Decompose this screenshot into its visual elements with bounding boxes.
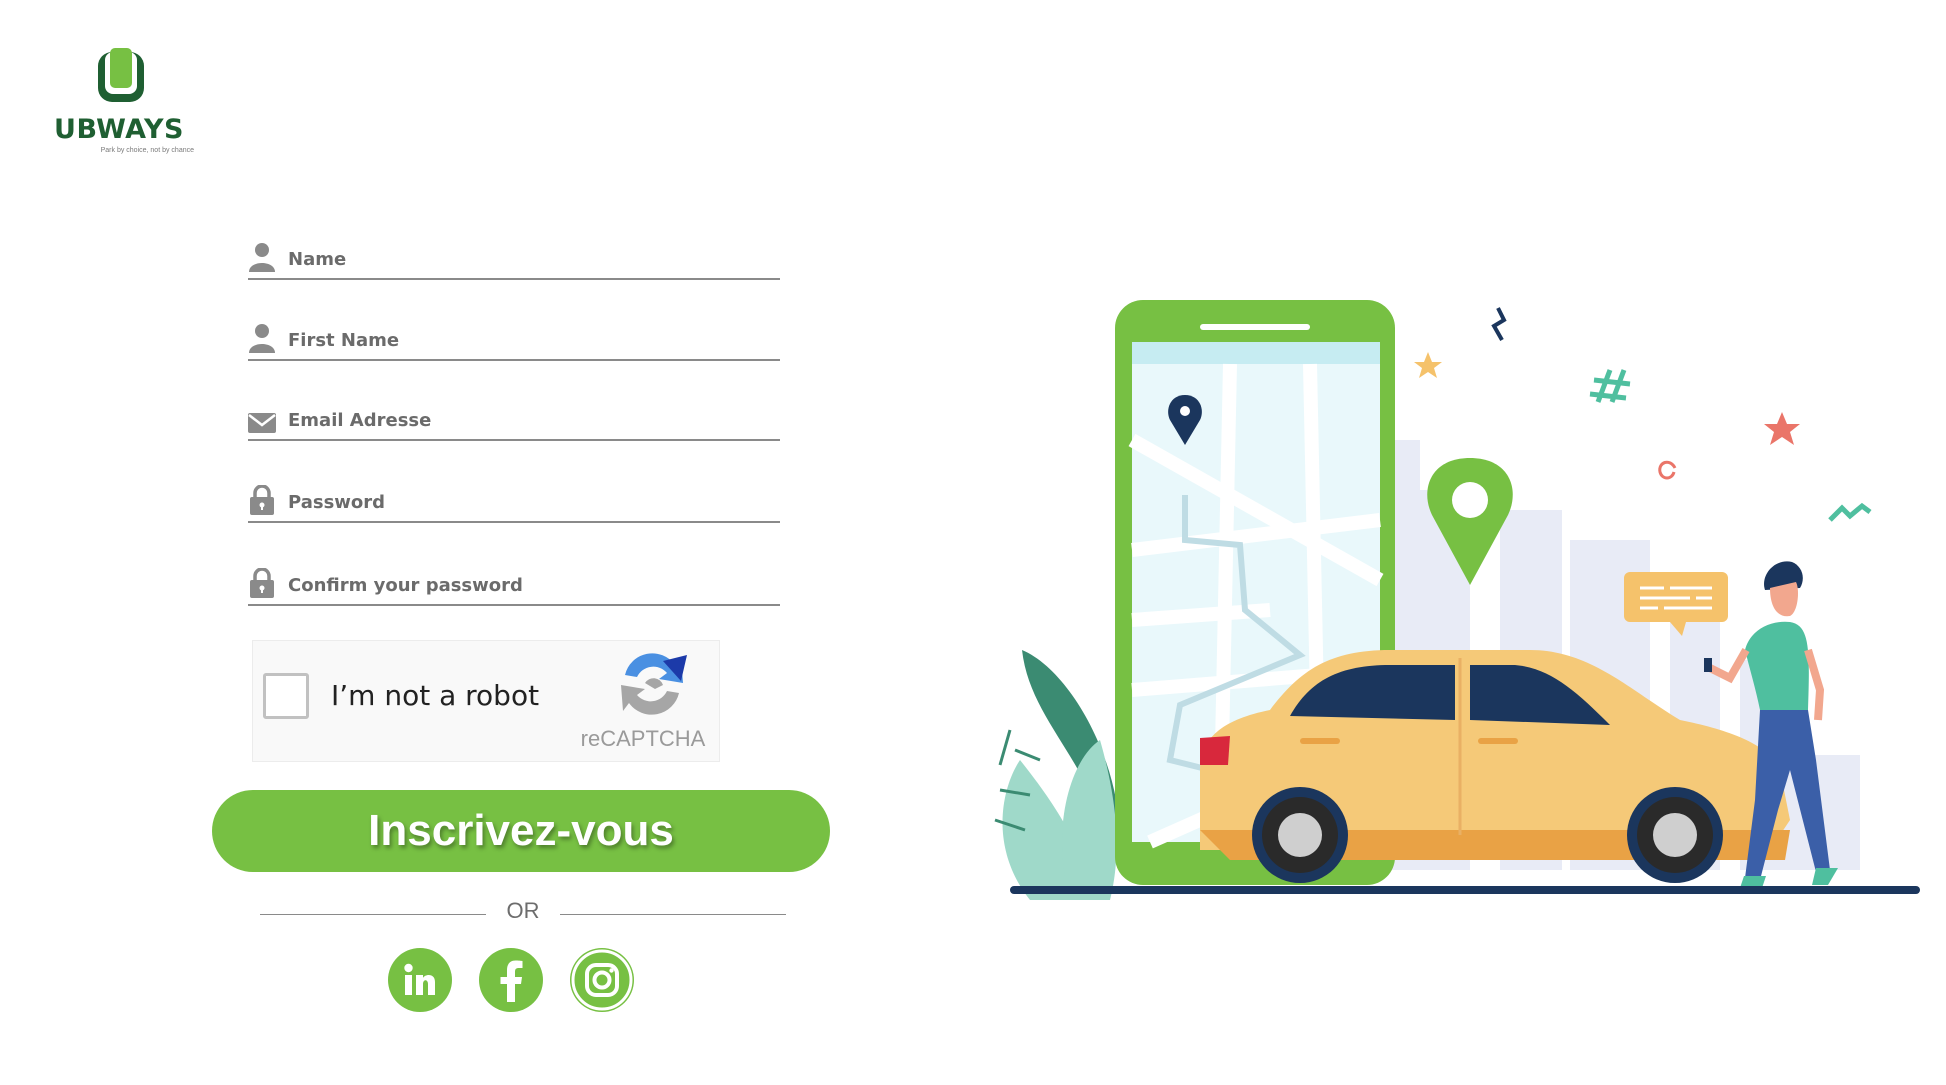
first-name-field bbox=[248, 315, 780, 361]
email-input[interactable] bbox=[288, 407, 768, 433]
parking-illustration bbox=[994, 300, 1920, 900]
user-icon bbox=[248, 242, 276, 272]
confirm-password-field bbox=[248, 560, 780, 606]
envelope-icon bbox=[248, 403, 276, 433]
recaptcha-checkbox[interactable] bbox=[263, 673, 309, 719]
name-input[interactable] bbox=[288, 246, 768, 272]
password-input[interactable] bbox=[288, 489, 768, 515]
lock-icon bbox=[248, 485, 276, 515]
divider-line-right bbox=[560, 914, 786, 915]
user-icon bbox=[248, 323, 276, 353]
brand-name: UBWAYS bbox=[54, 114, 184, 145]
divider-or-text: OR bbox=[506, 898, 540, 923]
email-field bbox=[248, 395, 780, 441]
first-name-input[interactable] bbox=[288, 327, 768, 353]
facebook-button[interactable] bbox=[479, 948, 543, 1012]
divider-line-left bbox=[260, 914, 486, 915]
facebook-icon bbox=[500, 960, 523, 1002]
linkedin-button[interactable] bbox=[388, 948, 452, 1012]
recaptcha-brand: reCAPTCHA bbox=[580, 726, 706, 751]
instagram-button[interactable] bbox=[570, 948, 634, 1012]
password-field bbox=[248, 477, 780, 523]
recaptcha-label: I’m not a robot bbox=[331, 679, 540, 712]
lock-icon bbox=[248, 568, 276, 598]
linkedin-icon bbox=[404, 963, 435, 995]
name-field bbox=[248, 234, 780, 280]
confirm-password-input[interactable] bbox=[288, 572, 768, 598]
brand-logo: UBWAYS Park by choice, not by chance bbox=[44, 48, 194, 158]
logo-mark-icon bbox=[98, 48, 144, 102]
ground-line bbox=[1010, 886, 1920, 894]
recaptcha-icon bbox=[621, 653, 687, 715]
brand-tagline: Park by choice, not by chance bbox=[100, 147, 194, 154]
signup-button[interactable]: Inscrivez-vous bbox=[212, 790, 830, 872]
instagram-icon bbox=[571, 949, 633, 1011]
recaptcha-widget: I’m not a robot reCAPTCHA bbox=[252, 640, 720, 762]
